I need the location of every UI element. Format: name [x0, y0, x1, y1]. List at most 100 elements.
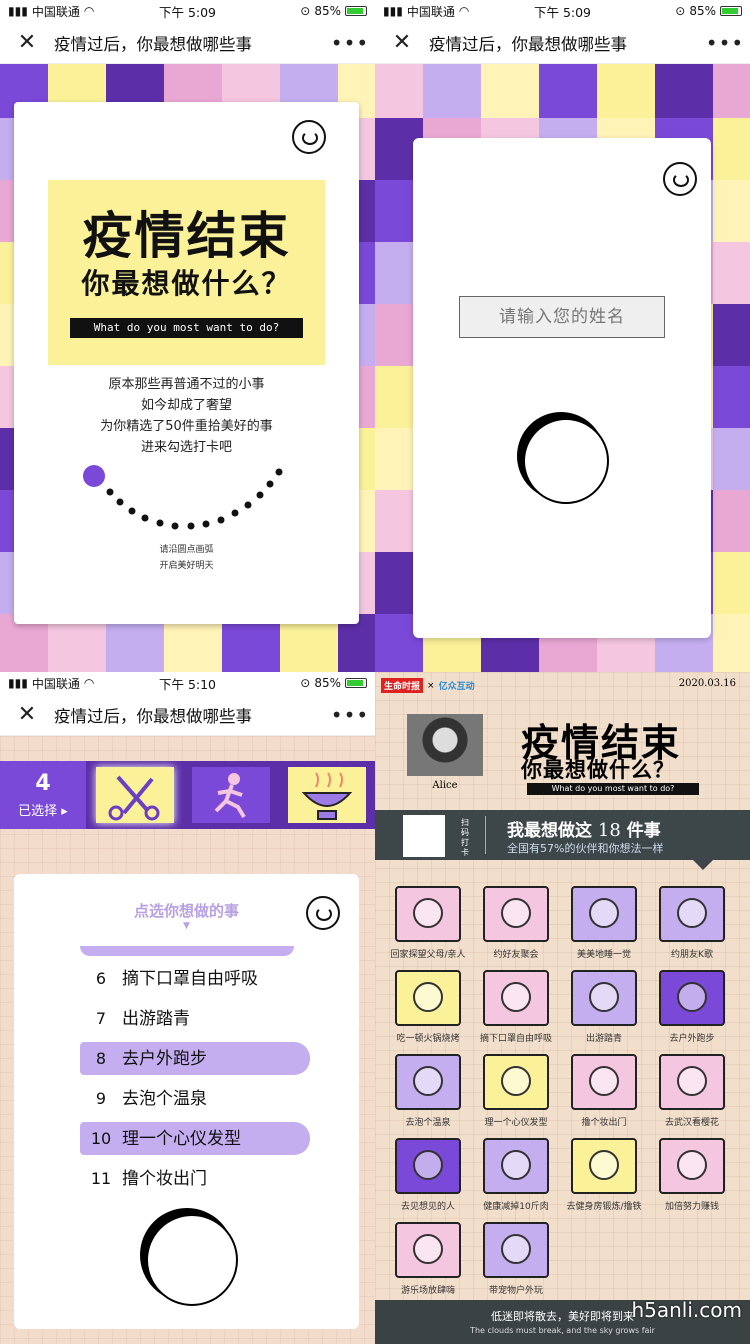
more-button[interactable]: •••: [325, 703, 375, 727]
brand-logo-icon: [306, 896, 340, 930]
page-title: 疫情过后，你最想做哪些事: [54, 706, 252, 726]
caret-down-icon: ▼: [183, 921, 190, 931]
tile-caption: 游乐场放肆嗨: [400, 1286, 455, 1296]
choice-item[interactable]: 6 摘下口罩自由呼吸: [80, 962, 310, 995]
brand-logo-icon: [292, 120, 326, 154]
tile-caption: 健康减掉10斤肉: [483, 1202, 549, 1212]
tile-illustration-icon: [677, 1066, 707, 1096]
illustration-tile: [597, 64, 659, 118]
choice-number: 9: [95, 1089, 107, 1108]
tile-illustration-icon: [501, 898, 531, 928]
illustration-tile: [655, 64, 717, 118]
tile-caption: 去泡个温泉: [405, 1118, 451, 1128]
illustration-tile: [713, 242, 750, 304]
choice-item[interactable]: 9 去泡个温泉: [80, 1082, 310, 1115]
poster-subheadline: 你最想做什么？: [521, 758, 675, 782]
choice-number: 7: [95, 1009, 107, 1028]
subheadline: 你最想做什么？: [81, 267, 292, 300]
result-tile: [483, 970, 549, 1026]
illustration-tile: [713, 490, 750, 552]
logo-left: 生命时报: [381, 678, 424, 693]
avatar: [407, 714, 483, 776]
close-button[interactable]: ✕: [375, 30, 429, 55]
tile-caption: 带宠物户外玩: [488, 1286, 543, 1296]
illustration-tile: [713, 552, 750, 614]
tile-illustration-icon: [589, 898, 619, 928]
nav-bar: ✕ 疫情过后，你最想做哪些事 •••: [0, 22, 375, 64]
more-button[interactable]: •••: [700, 31, 750, 55]
tile-caption: 加倍努力赚钱: [664, 1202, 719, 1212]
result-stat: 全国有57%的伙伴和你想法一样: [507, 842, 664, 855]
arc-start-dot[interactable]: [83, 465, 105, 487]
tile-caption: 去健身房锻炼/撸铁: [566, 1202, 642, 1212]
qr-code[interactable]: [403, 815, 445, 857]
finish-selection-button[interactable]: 完成选择: [140, 1208, 238, 1306]
choice-label: 去泡个温泉: [122, 1089, 207, 1109]
hotpot-icon: [301, 772, 353, 820]
status-bar: ▮▮▮ 中国联通 ◠ 下午 5:09 ⊙ 85%: [0, 0, 375, 22]
screen-intro: ▮▮▮ 中国联通 ◠ 下午 5:09 ⊙ 85% ✕ 疫情过后，你最想做哪些事 •••…: [0, 0, 375, 672]
tile-illustration-icon: [413, 982, 443, 1012]
battery-icon: [720, 6, 742, 16]
status-time: 下午 5:09: [158, 4, 217, 20]
choice-item[interactable]: 7 出游踏青: [80, 1002, 310, 1035]
illustration-tile: [375, 64, 427, 118]
tile-illustration-icon: [677, 898, 707, 928]
result-tile: [659, 886, 725, 942]
selected-thumb-hotpot[interactable]: [288, 767, 366, 823]
result-banner: 扫码打卡 我最想做这 18 件事 全国有57%的伙伴和你想法一样: [375, 810, 750, 860]
tile-caption: 吃一顿火锅烧烤: [396, 1034, 460, 1044]
illustration-tile: [713, 614, 750, 672]
choice-item[interactable]: 10 理一个心仪发型: [80, 1122, 310, 1155]
choice-item[interactable]: 8 去户外跑步: [80, 1042, 310, 1075]
choice-number: 11: [90, 1169, 112, 1188]
tile-caption: 出游踏青: [585, 1034, 622, 1044]
tile-illustration-icon: [413, 1150, 443, 1180]
choice-number: 6: [95, 969, 107, 988]
watermark: h5anli.com: [631, 1298, 742, 1322]
tile-caption: 回家探望父母/亲人: [390, 950, 466, 960]
page-title: 疫情过后，你最想做哪些事: [54, 34, 252, 54]
result-tile: [483, 1138, 549, 1194]
illustration-tile: [481, 64, 543, 118]
tile-caption: 去武汉看樱花: [664, 1118, 719, 1128]
logo-right: 亿众互动: [438, 682, 475, 692]
close-button[interactable]: ✕: [0, 702, 54, 727]
battery-icon: [345, 678, 367, 688]
tile-illustration-icon: [501, 1234, 531, 1264]
screen-name-entry: ▮▮▮ 中国联通 ◠ 下午 5:09 ⊙ 85% ✕ 疫情过后，你最想做哪些事 •••…: [375, 0, 750, 672]
runner-icon: [214, 773, 246, 819]
result-tile: [395, 970, 461, 1026]
more-button[interactable]: •••: [325, 31, 375, 55]
avatar-name: Alice: [432, 780, 458, 791]
partner-logos: 生命时报 × 亿众互动: [381, 678, 475, 693]
result-tile: [659, 1054, 725, 1110]
name-card: 请输入您的姓名 去选择: [413, 138, 711, 638]
choice-item[interactable]: 11 撸个妆出门: [80, 1162, 310, 1195]
dot-arc-gesture[interactable]: [74, 458, 294, 538]
tile-caption: 撸个妆出门: [581, 1118, 627, 1128]
result-tile: [571, 1138, 637, 1194]
name-input[interactable]: 请输入您的姓名: [459, 296, 665, 338]
choice-number: 10: [90, 1129, 112, 1148]
illustration-tile: [713, 64, 750, 118]
selected-thumb-haircut[interactable]: [96, 767, 174, 823]
selected-thumb-running[interactable]: [192, 767, 270, 823]
headline-box: 疫情结束 你最想做什么？ What do you most want to do…: [48, 180, 325, 365]
screen-choose: ▮▮▮ 中国联通 ◠ 下午 5:10 ⊙ 85% ✕ 疫情过后，你最想做哪些事 •••…: [0, 672, 375, 1344]
nav-bar: ✕ 疫情过后，你最想做哪些事 •••: [0, 694, 375, 736]
tile-illustration-icon: [677, 1150, 707, 1180]
close-button[interactable]: ✕: [0, 30, 54, 55]
poster-date: 2020.03.16: [678, 678, 736, 689]
result-tile: [395, 1138, 461, 1194]
selected-count: 4: [35, 771, 51, 796]
qr-hint: 扫码打卡: [461, 818, 469, 857]
gesture-hint: 请沿圆点画弧 开启美好明天: [159, 545, 214, 571]
choice-label: 出游踏青: [122, 1009, 190, 1029]
tile-illustration-icon: [589, 982, 619, 1012]
selected-counter[interactable]: 4 已选择 ▸: [0, 761, 86, 829]
result-tile: [395, 1054, 461, 1110]
result-tile: [571, 886, 637, 942]
tile-illustration-icon: [501, 1150, 531, 1180]
go-select-button[interactable]: 去选择: [517, 412, 609, 504]
